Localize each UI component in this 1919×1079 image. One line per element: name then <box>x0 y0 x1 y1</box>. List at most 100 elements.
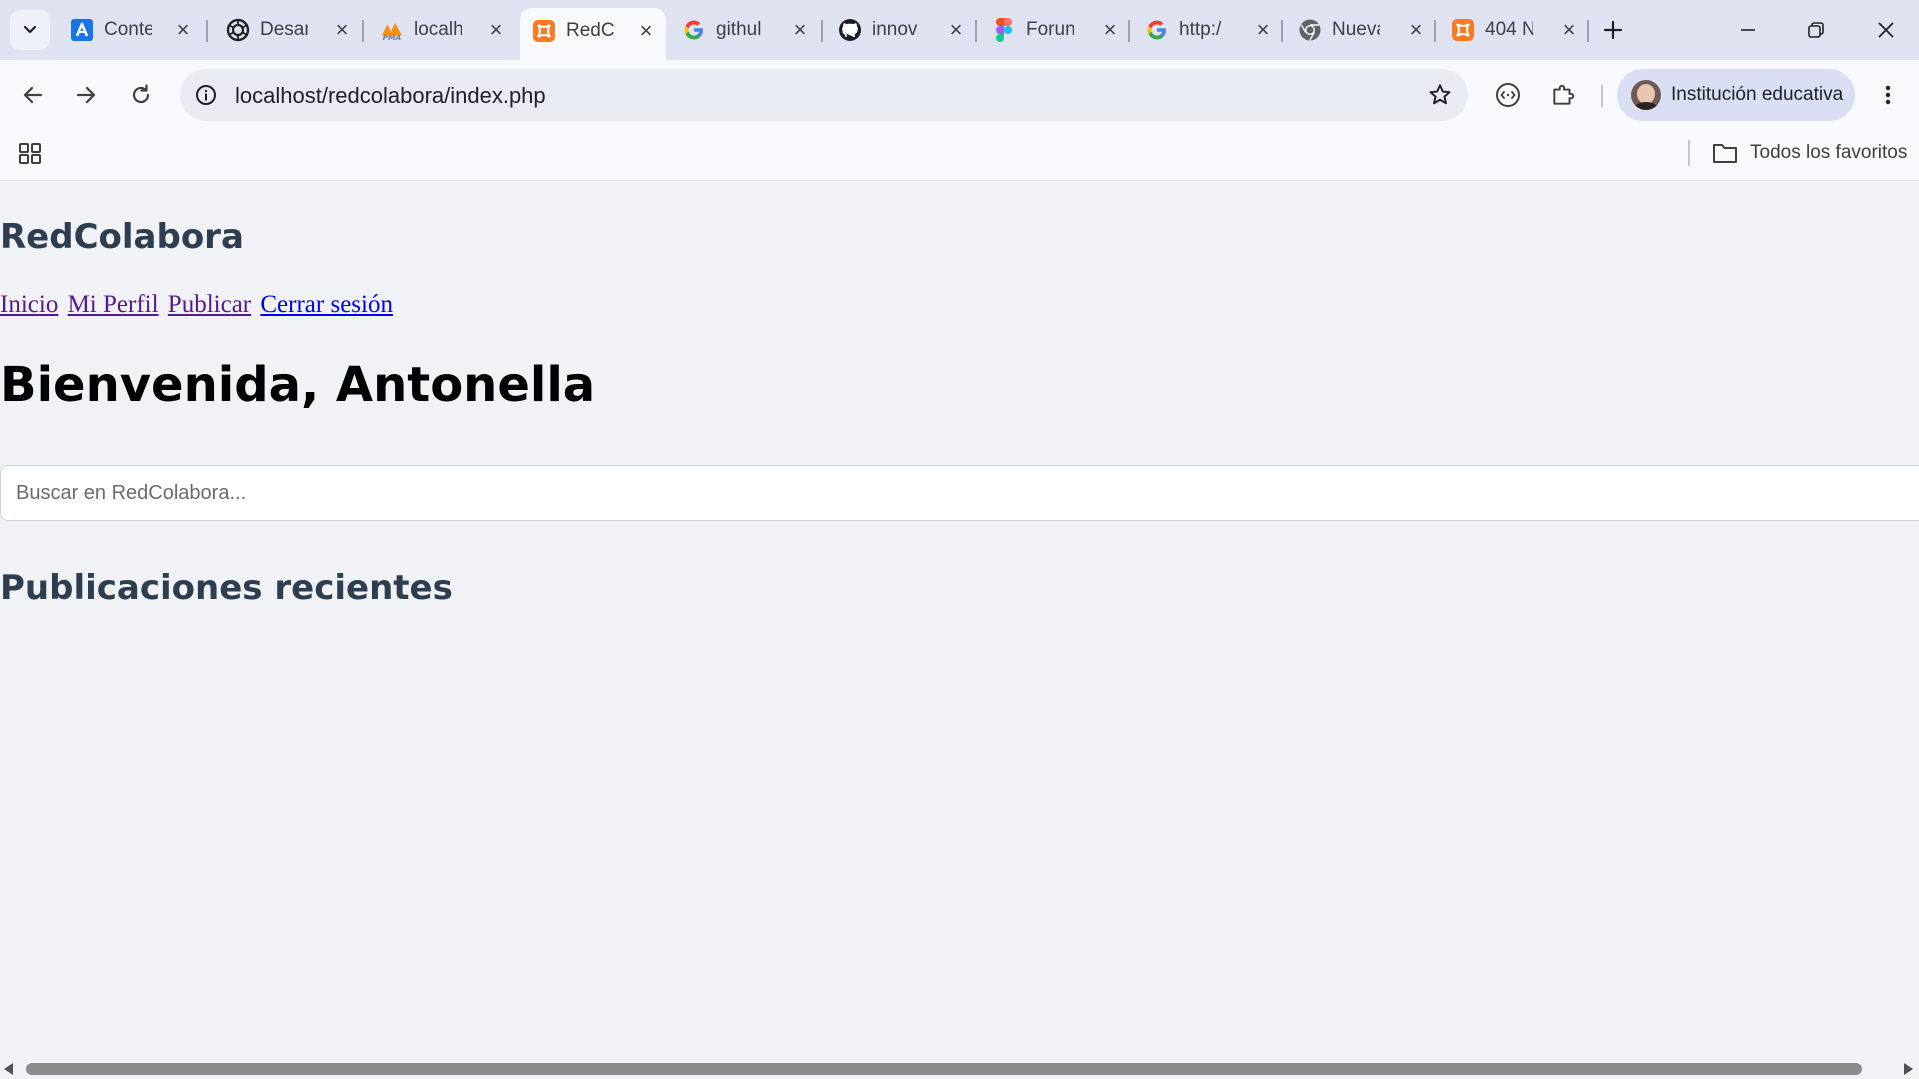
forward-button[interactable] <box>68 77 104 113</box>
reload-icon <box>132 84 150 104</box>
svg-text:PMA: PMA <box>383 33 402 42</box>
github-icon <box>838 18 862 42</box>
google-icon <box>682 18 706 42</box>
horizontal-scrollbar[interactable] <box>0 1059 1919 1079</box>
apps-grid-icon[interactable] <box>16 139 44 167</box>
figma-icon <box>992 18 1016 42</box>
bookmark-star-icon[interactable] <box>1426 81 1454 109</box>
search-input[interactable] <box>0 465 1919 521</box>
close-icon[interactable]: × <box>484 17 508 42</box>
openai-icon <box>226 18 250 42</box>
back-button[interactable] <box>15 77 51 113</box>
tab-separator <box>362 20 364 42</box>
restore-button[interactable] <box>1796 10 1836 50</box>
close-icon[interactable]: × <box>788 17 812 42</box>
profile-button[interactable]: Institución educativa <box>1617 69 1855 121</box>
tab-title: Desar <box>260 19 308 40</box>
minimize-icon <box>1741 29 1755 31</box>
tab-nueva[interactable]: Nueva × <box>1286 12 1436 48</box>
close-icon[interactable]: × <box>634 18 658 43</box>
xampp-icon <box>532 19 556 43</box>
browser-toolbar: localhost/redcolabora/index.php Instituc… <box>0 60 1919 130</box>
tab-http[interactable]: http:/ × <box>1133 12 1283 48</box>
all-bookmarks-button[interactable]: Todos los favoritos <box>1712 138 1907 168</box>
info-icon[interactable] <box>194 83 218 107</box>
scroll-left-arrow-icon[interactable] <box>4 1063 13 1075</box>
site-title: RedColabora <box>0 217 244 257</box>
tab-title: Nueva <box>1332 19 1380 40</box>
tab-github-search[interactable]: githul × <box>670 12 820 48</box>
chrome-icon <box>1298 18 1322 42</box>
tab-desar[interactable]: Desar × <box>214 12 362 48</box>
tab-conte[interactable]: Conte × <box>58 12 203 48</box>
tab-strip: Conte × Desar × PMA localh × RedCo × git… <box>0 0 1919 60</box>
close-icon[interactable]: × <box>330 17 354 42</box>
plus-icon <box>1603 20 1623 40</box>
tab-separator <box>975 20 977 42</box>
close-icon[interactable]: × <box>171 17 195 42</box>
bookmarks-separator <box>1688 140 1690 166</box>
site-nav: Inicio Mi Perfil Publicar Cerrar sesión <box>0 291 396 319</box>
close-icon[interactable]: × <box>1557 17 1581 42</box>
extensions-button[interactable] <box>1545 77 1581 113</box>
close-icon[interactable]: × <box>1251 17 1275 42</box>
tab-github[interactable]: innov × <box>826 12 976 48</box>
tab-title: Forun <box>1026 19 1074 40</box>
close-icon[interactable]: × <box>1098 17 1122 42</box>
arrow-left-icon <box>23 86 43 104</box>
extension-code-icon <box>1496 83 1520 107</box>
close-icon[interactable]: × <box>1404 17 1428 42</box>
all-bookmarks-label: Todos los favoritos <box>1750 142 1908 163</box>
tab-separator <box>1587 20 1589 42</box>
bookmarks-bar: Todos los favoritos <box>0 130 1919 181</box>
close-icon[interactable]: × <box>944 17 968 42</box>
page-content: RedColabora Inicio Mi Perfil Publicar Ce… <box>0 181 1919 1059</box>
google-ads-icon <box>70 18 94 42</box>
tab-separator <box>206 20 208 42</box>
url-text[interactable]: localhost/redcolabora/index.php <box>235 83 546 109</box>
tab-title: Conte <box>104 19 152 40</box>
arrow-right-icon <box>76 86 96 104</box>
nav-link-inicio[interactable]: Inicio <box>0 291 58 318</box>
nav-link-cerrar-sesion[interactable]: Cerrar sesión <box>260 291 393 318</box>
folder-icon <box>1713 144 1737 163</box>
xampp-icon <box>1451 18 1475 42</box>
reload-button[interactable] <box>123 77 159 113</box>
address-bar[interactable]: localhost/redcolabora/index.php <box>180 69 1468 121</box>
chevron-down-icon <box>23 25 37 34</box>
puzzle-icon <box>1553 84 1575 105</box>
restore-icon <box>1808 22 1824 38</box>
extension-button[interactable] <box>1490 77 1526 113</box>
phpmyadmin-icon: PMA <box>380 18 404 42</box>
new-tab-button[interactable] <box>1595 12 1631 48</box>
tab-figma[interactable]: Forun × <box>980 12 1130 48</box>
tab-title: 404 N <box>1485 19 1533 40</box>
tab-localhost[interactable]: PMA localh × <box>368 12 516 48</box>
nav-link-mi-perfil[interactable]: Mi Perfil <box>68 291 159 318</box>
tab-404[interactable]: 404 N × <box>1439 12 1589 48</box>
kebab-menu-icon <box>1885 85 1891 105</box>
close-icon <box>1878 22 1894 38</box>
toolbar-separator <box>1601 85 1603 107</box>
minimize-button[interactable] <box>1728 10 1768 50</box>
tab-separator <box>1281 20 1283 42</box>
tab-separator <box>1434 20 1436 42</box>
recent-posts-heading: Publicaciones recientes <box>0 568 453 608</box>
tab-search-button[interactable] <box>10 10 50 50</box>
scrollbar-thumb[interactable] <box>26 1063 1862 1075</box>
tab-separator <box>1128 20 1130 42</box>
google-icon <box>1145 18 1169 42</box>
tab-redcolabora[interactable]: RedCo × <box>520 8 666 60</box>
welcome-heading: Bienvenida, Antonella <box>0 357 596 413</box>
browser-menu-button[interactable] <box>1870 77 1906 113</box>
nav-link-publicar[interactable]: Publicar <box>168 291 251 318</box>
avatar <box>1631 80 1661 110</box>
tab-title: githul <box>716 19 762 40</box>
tab-title: http:/ <box>1179 19 1222 40</box>
tab-title: localh <box>414 19 462 40</box>
tab-title: innov <box>872 19 918 40</box>
tab-separator <box>821 20 823 42</box>
tab-title: RedCo <box>566 20 614 41</box>
close-window-button[interactable] <box>1866 10 1906 50</box>
scroll-right-arrow-icon[interactable] <box>1904 1063 1913 1075</box>
